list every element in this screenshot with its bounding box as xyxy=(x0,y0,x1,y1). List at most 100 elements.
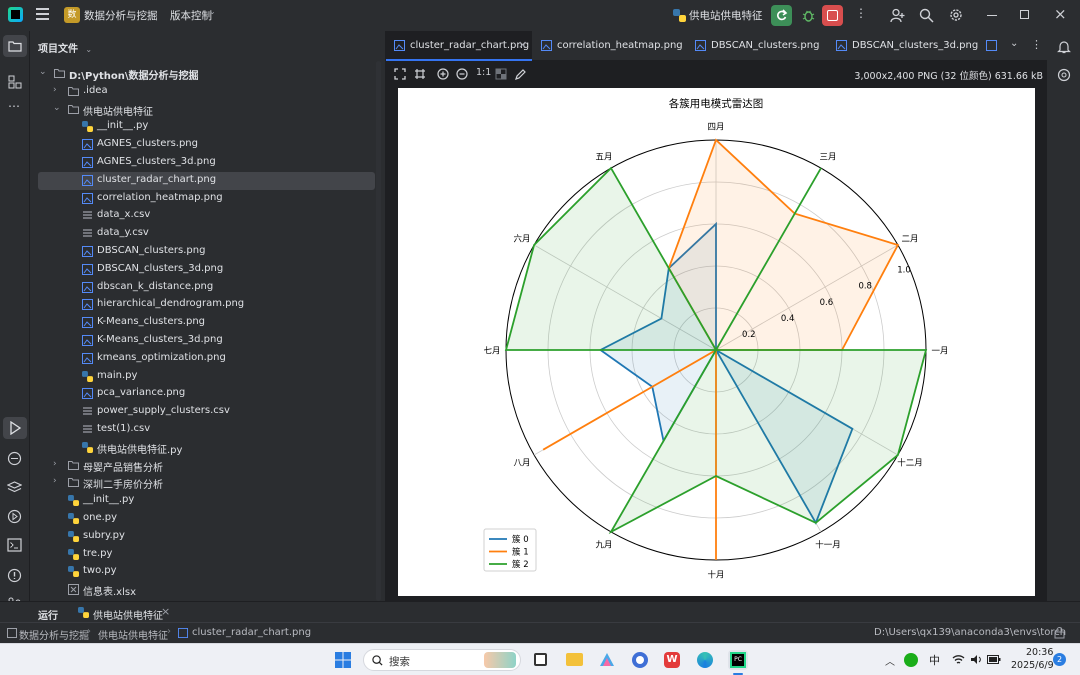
color-picker-icon[interactable] xyxy=(515,68,527,80)
gear-icon[interactable] xyxy=(948,7,964,23)
tree-item[interactable]: › 深圳二手房价分析 xyxy=(30,474,385,492)
tree-item[interactable]: power_supply_clusters.csv xyxy=(30,403,385,421)
tree-item[interactable]: ⌄ D:\Python\数据分析与挖掘 xyxy=(30,65,385,83)
interpreter-path[interactable]: D:\Users\qx139\anaconda3\envs\torch xyxy=(874,627,1066,638)
tree-item[interactable]: cluster_radar_chart.png xyxy=(38,171,375,190)
layers-icon[interactable] xyxy=(7,480,22,495)
wechat-tray-icon[interactable] xyxy=(904,653,918,667)
tab-correlation-heatmap[interactable]: correlation_heatmap.png xyxy=(533,31,683,61)
debug-button[interactable] xyxy=(798,5,819,26)
tree-item[interactable]: one.py xyxy=(30,510,385,528)
tree-item[interactable]: __init__.py xyxy=(30,492,385,510)
taskbar-search[interactable]: 搜索 xyxy=(363,649,521,671)
tree-item[interactable]: correlation_heatmap.png xyxy=(30,190,385,208)
notification-badge[interactable]: 2 xyxy=(1053,653,1066,666)
vcs-menu[interactable]: 版本控制 xyxy=(170,8,212,23)
breadcrumb-folder[interactable]: 供电站供电特征 xyxy=(98,627,168,642)
project-scrollbar[interactable] xyxy=(376,61,381,601)
ime-indicator[interactable]: 中 xyxy=(929,652,940,668)
photos-app-icon[interactable] xyxy=(599,652,615,667)
chevron-right-icon[interactable]: › xyxy=(53,85,57,95)
tree-item[interactable]: › 母婴产品销售分析 xyxy=(30,457,385,475)
app-logo[interactable] xyxy=(8,7,23,22)
app-icon-blue[interactable] xyxy=(632,652,648,668)
problems-icon[interactable] xyxy=(7,568,22,583)
wifi-icon[interactable] xyxy=(952,654,965,665)
tree-item[interactable]: ⌄ 供电站供电特征 xyxy=(30,101,385,119)
python-console-icon[interactable] xyxy=(7,451,22,466)
zoom-in-icon[interactable] xyxy=(437,68,449,80)
project-panel-header[interactable]: 项目文件 ⌄ xyxy=(38,40,92,55)
close-run-tab-icon[interactable]: × xyxy=(161,605,170,618)
clock-date[interactable]: 2025/6/9 xyxy=(1011,660,1054,671)
stop-button[interactable] xyxy=(822,5,843,26)
pycharm-taskbar-icon[interactable]: PC xyxy=(728,650,748,670)
tab-dbscan-clusters-3d[interactable]: DBSCAN_clusters_3d.png xyxy=(828,31,978,61)
chevron-right-icon[interactable]: › xyxy=(53,476,57,486)
tab-list-chevron-icon[interactable]: ⌄ xyxy=(1010,38,1018,49)
battery-icon[interactable] xyxy=(987,655,1001,664)
tree-item[interactable]: › .idea xyxy=(30,83,385,101)
terminal-icon[interactable] xyxy=(7,538,22,552)
tree-item[interactable]: DBSCAN_clusters_3d.png xyxy=(30,261,385,279)
background-icon[interactable] xyxy=(495,68,507,80)
tree-item[interactable]: kmeans_optimization.png xyxy=(30,350,385,368)
wps-icon[interactable]: W xyxy=(664,652,680,668)
tree-item[interactable]: K-Means_clusters_3d.png xyxy=(30,332,385,350)
fit-to-screen-icon[interactable] xyxy=(394,68,406,80)
chevron-down-icon[interactable]: ⌄ xyxy=(53,103,61,113)
image-file-icon[interactable] xyxy=(986,40,997,51)
breadcrumb-file[interactable]: cluster_radar_chart.png xyxy=(192,627,311,638)
tree-item[interactable]: hierarchical_dendrogram.png xyxy=(30,296,385,314)
chevron-right-icon[interactable]: › xyxy=(53,459,57,469)
tree-item[interactable]: data_y.csv xyxy=(30,225,385,243)
tree-item[interactable]: test(1).csv xyxy=(30,421,385,439)
tab-more-icon[interactable]: ⋮ xyxy=(1031,38,1042,51)
volume-icon[interactable] xyxy=(970,654,983,665)
more-actions-icon[interactable]: ⋮ xyxy=(855,6,867,20)
lock-icon[interactable] xyxy=(1054,627,1065,639)
chevron-down-icon[interactable]: ⌄ xyxy=(39,67,47,77)
tree-item[interactable]: main.py xyxy=(30,368,385,386)
maximize-button[interactable] xyxy=(1020,10,1029,19)
tree-item[interactable]: pca_variance.png xyxy=(30,385,385,403)
structure-icon[interactable] xyxy=(8,75,22,89)
more-tools-icon[interactable]: ⋯ xyxy=(8,99,20,113)
tab-dbscan-clusters[interactable]: DBSCAN_clusters.png xyxy=(687,31,827,61)
ai-assistant-icon[interactable] xyxy=(1057,68,1071,82)
tree-item[interactable]: 信息表.xlsx xyxy=(30,581,385,599)
tree-item[interactable]: tre.py xyxy=(30,546,385,564)
breadcrumb-project[interactable]: 数据分析与挖掘 xyxy=(19,627,89,642)
actual-size-button[interactable]: 1:1 xyxy=(476,67,491,78)
close-window-button[interactable]: × xyxy=(1054,5,1067,23)
search-icon[interactable] xyxy=(919,8,934,23)
edge-browser-icon[interactable] xyxy=(697,652,713,668)
run-tab-label[interactable]: 供电站供电特征 xyxy=(93,607,163,622)
task-view-icon[interactable] xyxy=(534,653,547,666)
run-panel-label[interactable]: 运行 xyxy=(38,607,58,622)
tree-item[interactable]: data_x.csv xyxy=(30,207,385,225)
tree-item[interactable]: K-Means_clusters.png xyxy=(30,314,385,332)
notifications-icon[interactable] xyxy=(1057,40,1071,54)
run-tool-button[interactable] xyxy=(3,417,27,439)
chevron-up-icon[interactable]: ︿ xyxy=(885,653,895,668)
main-menu-icon[interactable] xyxy=(36,8,49,20)
zoom-out-icon[interactable] xyxy=(456,68,468,80)
rerun-button[interactable] xyxy=(771,5,792,26)
close-tab-icon[interactable]: × xyxy=(518,38,527,51)
tree-item[interactable]: subry.py xyxy=(30,528,385,546)
run-config-selector[interactable]: 供电站供电特征 ⌄ xyxy=(670,6,766,25)
project-tool-button[interactable] xyxy=(3,35,27,57)
tab-cluster-radar[interactable]: cluster_radar_chart.png × xyxy=(386,31,532,61)
minimize-button[interactable] xyxy=(987,15,997,16)
tree-item[interactable]: two.py xyxy=(30,563,385,581)
tree-item[interactable]: __init__.py xyxy=(30,118,385,136)
tree-item[interactable]: dbscan_k_distance.png xyxy=(30,279,385,297)
tree-item[interactable]: AGNES_clusters.png xyxy=(30,136,385,154)
grid-icon[interactable] xyxy=(414,68,426,80)
clock-time[interactable]: 20:36 xyxy=(1026,647,1053,658)
file-explorer-icon[interactable] xyxy=(566,653,583,666)
tree-item[interactable]: 供电站供电特征.py xyxy=(30,439,385,457)
windows-start-icon[interactable] xyxy=(335,652,351,668)
tree-item[interactable]: AGNES_clusters_3d.png xyxy=(30,154,385,172)
